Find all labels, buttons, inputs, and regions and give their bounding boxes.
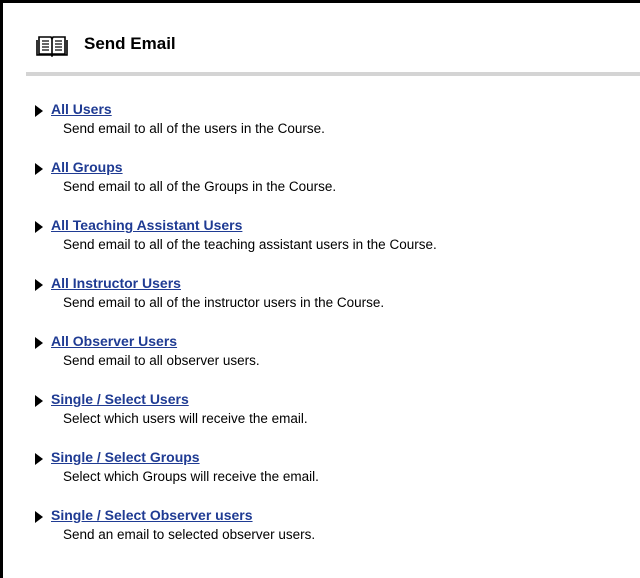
arrow-right-icon	[35, 395, 43, 407]
item-description: Send email to all of the users in the Co…	[63, 121, 325, 136]
item-description: Select which Groups will receive the ema…	[63, 469, 319, 484]
list-item: All Observer Users Send email to all obs…	[6, 333, 640, 391]
all-users-link[interactable]: All Users	[51, 101, 112, 118]
arrow-right-icon	[35, 453, 43, 465]
arrow-right-icon	[35, 105, 43, 117]
arrow-right-icon	[35, 221, 43, 233]
list-item: All Instructor Users Send email to all o…	[6, 275, 640, 333]
page-frame: Send Email All Users Send email to all o…	[0, 0, 640, 578]
list-item: All Groups Send email to all of the Grou…	[6, 159, 640, 217]
list-item: All Teaching Assistant Users Send email …	[6, 217, 640, 275]
page-title: Send Email	[84, 34, 176, 53]
list-item: Single / Select Observer users Send an e…	[6, 507, 640, 565]
select-observer-users-link[interactable]: Single / Select Observer users	[51, 507, 253, 524]
all-instructor-users-link[interactable]: All Instructor Users	[51, 275, 181, 292]
arrow-right-icon	[35, 279, 43, 291]
item-description: Select which users will receive the emai…	[63, 411, 308, 426]
list-item: All Users Send email to all of the users…	[6, 101, 640, 159]
arrow-right-icon	[35, 163, 43, 175]
item-description: Send email to all of the teaching assist…	[63, 237, 437, 252]
arrow-right-icon	[35, 511, 43, 523]
all-teaching-assistant-users-link[interactable]: All Teaching Assistant Users	[51, 217, 242, 234]
select-users-link[interactable]: Single / Select Users	[51, 391, 189, 408]
item-description: Send email to all of the instructor user…	[63, 295, 385, 310]
header-divider	[26, 72, 640, 76]
book-icon	[36, 33, 68, 58]
page-header: Send Email	[6, 6, 640, 72]
item-description: Send an email to selected observer users…	[63, 527, 316, 542]
list-item: Single / Select Groups Select which Grou…	[6, 449, 640, 507]
list-item: Single / Select Users Select which users…	[6, 391, 640, 449]
select-groups-link[interactable]: Single / Select Groups	[51, 449, 200, 466]
item-description: Send email to all observer users.	[63, 353, 260, 368]
all-groups-link[interactable]: All Groups	[51, 159, 123, 176]
arrow-right-icon	[35, 337, 43, 349]
all-observer-users-link[interactable]: All Observer Users	[51, 333, 177, 350]
item-description: Send email to all of the Groups in the C…	[63, 179, 337, 194]
email-options-list: All Users Send email to all of the users…	[6, 101, 640, 565]
